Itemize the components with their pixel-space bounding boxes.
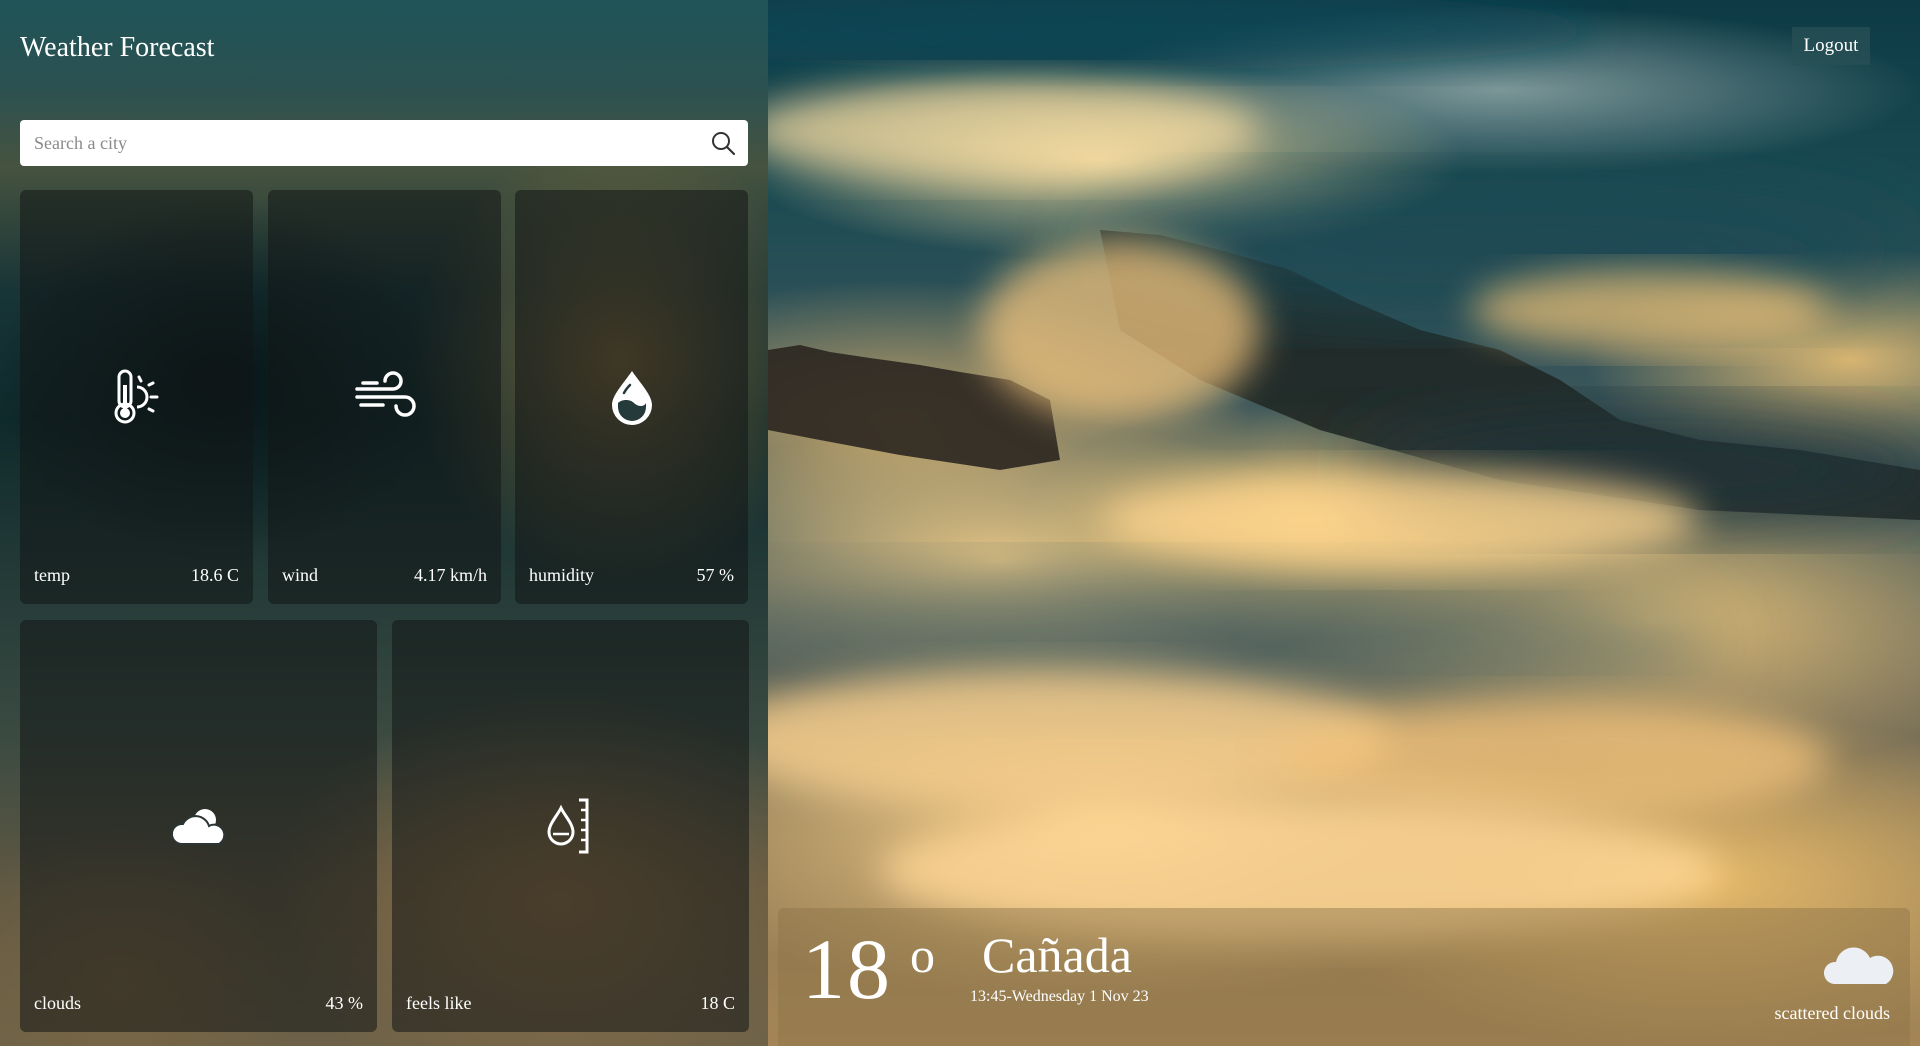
- clouds-card: clouds 43 %: [20, 620, 377, 1032]
- feels-like-label: feels like: [406, 993, 472, 1013]
- wind-label: wind: [282, 565, 318, 585]
- app-title: Weather Forecast: [20, 32, 215, 63]
- search-bar: [20, 120, 748, 166]
- date-time: 13:45-Wednesday 1 Nov 23: [970, 988, 1149, 1005]
- thermometer-sun-icon: [114, 369, 158, 424]
- feels-like-card: feels like 18 C: [392, 620, 749, 1032]
- humidity-label: humidity: [529, 565, 595, 585]
- cloud-sun-icon: [170, 809, 225, 845]
- current-weather-bar: 18 o Cañada 13:45-Wednesday 1 Nov 23 sca…: [778, 908, 1910, 1046]
- humidity-value: 57 %: [696, 565, 735, 585]
- current-temperature: 18: [802, 921, 892, 1017]
- wind-icon: [354, 371, 416, 417]
- clouds-value: 43 %: [325, 993, 364, 1013]
- degree-symbol: o: [910, 927, 935, 983]
- wind-value: 4.17 km/h: [413, 565, 487, 585]
- temp-card: temp 18.6 C: [20, 190, 253, 604]
- drop-gauge-icon: [546, 798, 588, 854]
- cloud-icon: [1823, 947, 1894, 984]
- water-drop-icon: [611, 371, 652, 425]
- humidity-card: humidity 57 %: [515, 190, 748, 604]
- temp-value: 18.6 C: [190, 565, 239, 585]
- city-name: Cañada: [982, 927, 1132, 983]
- clouds-label: clouds: [34, 993, 81, 1013]
- search-input[interactable]: [20, 120, 680, 166]
- wind-card: wind 4.17 km/h: [268, 190, 501, 604]
- weather-condition: scattered clouds: [1774, 1003, 1890, 1023]
- search-button[interactable]: [708, 128, 738, 158]
- left-panel: Weather Forecast Search a city temp 18.6…: [0, 0, 768, 1046]
- temp-label: temp: [34, 565, 70, 585]
- weather-app: Weather Forecast Search a city temp 18.6…: [0, 0, 1920, 1046]
- feels-like-value: 18 C: [700, 993, 735, 1013]
- logout-button[interactable]: Logout: [1792, 27, 1870, 65]
- search-icon: [712, 132, 736, 156]
